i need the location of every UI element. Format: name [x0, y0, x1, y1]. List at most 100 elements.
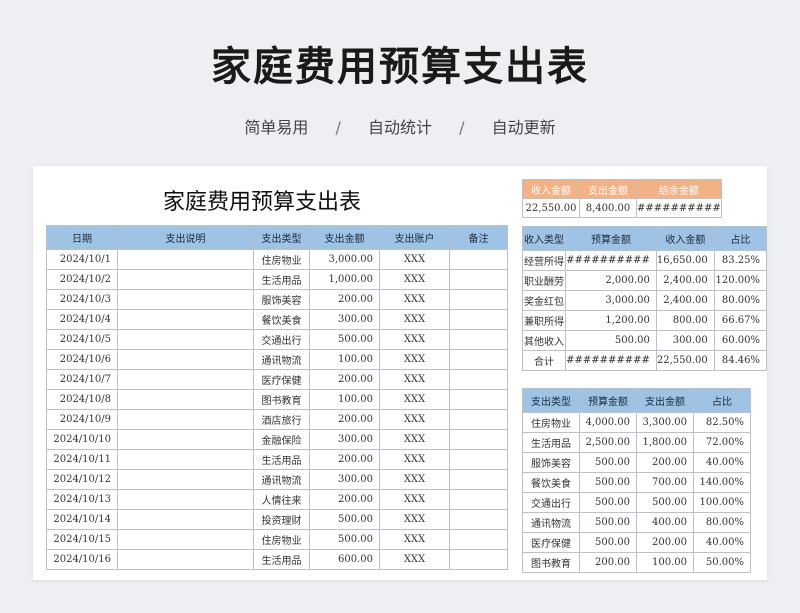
table-cell[interactable]: [449, 309, 508, 330]
table-cell[interactable]: 200.00: [309, 489, 380, 510]
summary-value[interactable]: 8,400.00: [579, 198, 637, 218]
table-cell[interactable]: 200.00: [309, 409, 380, 430]
table-cell[interactable]: 83.25%: [713, 250, 768, 271]
table-cell[interactable]: 72.00%: [693, 432, 751, 453]
table-cell[interactable]: 500.00: [579, 512, 637, 533]
table-cell[interactable]: XXX: [379, 249, 450, 270]
table-cell[interactable]: [449, 549, 508, 570]
table-cell[interactable]: 2024/10/15: [46, 529, 118, 550]
table-cell[interactable]: [449, 409, 508, 430]
table-cell[interactable]: 2024/10/6: [46, 349, 118, 370]
table-cell[interactable]: 2024/10/13: [46, 489, 118, 510]
table-cell[interactable]: 200.00: [309, 289, 380, 310]
table-cell[interactable]: XXX: [379, 489, 450, 510]
table-cell[interactable]: XXX: [379, 409, 450, 430]
table-cell[interactable]: [449, 329, 508, 350]
table-cell[interactable]: 200.00: [309, 369, 380, 390]
table-cell[interactable]: 2024/10/10: [46, 429, 118, 450]
table-cell[interactable]: [449, 449, 508, 470]
table-cell[interactable]: ##########: [565, 250, 657, 271]
table-cell[interactable]: 2024/10/8: [46, 389, 118, 410]
table-cell[interactable]: [449, 369, 508, 390]
table-cell[interactable]: 3,000.00: [565, 290, 657, 311]
table-cell[interactable]: 200.00: [579, 552, 637, 573]
table-cell[interactable]: 1,000.00: [309, 269, 380, 290]
table-cell[interactable]: 2,500.00: [579, 432, 637, 453]
table-cell[interactable]: 120.00%: [713, 270, 768, 291]
table-cell[interactable]: 600.00: [309, 549, 380, 570]
table-cell[interactable]: XXX: [379, 469, 450, 490]
table-cell[interactable]: 100.00: [636, 552, 694, 573]
table-cell[interactable]: [117, 349, 254, 370]
table-cell[interactable]: [449, 529, 508, 550]
table-cell[interactable]: 2024/10/9: [46, 409, 118, 430]
table-cell[interactable]: 500.00: [579, 472, 637, 493]
table-cell[interactable]: XXX: [379, 429, 450, 450]
table-cell[interactable]: 200.00: [636, 452, 694, 473]
table-cell[interactable]: 16,650.00: [655, 250, 715, 271]
table-cell[interactable]: 40.00%: [693, 452, 751, 473]
table-cell[interactable]: 100.00%: [693, 492, 751, 513]
table-cell[interactable]: [449, 249, 508, 270]
table-cell[interactable]: 医疗保健: [253, 369, 310, 390]
table-cell[interactable]: 投资理财: [253, 509, 310, 530]
table-cell[interactable]: 奖金红包: [521, 290, 567, 311]
table-cell[interactable]: 400.00: [636, 512, 694, 533]
table-cell[interactable]: 住房物业: [253, 249, 310, 270]
table-cell[interactable]: 1,200.00: [565, 310, 657, 331]
table-cell[interactable]: 交通出行: [522, 492, 580, 513]
table-cell[interactable]: 1,800.00: [636, 432, 694, 453]
table-cell[interactable]: 酒店旅行: [253, 409, 310, 430]
table-cell[interactable]: [449, 509, 508, 530]
table-cell[interactable]: 700.00: [636, 472, 694, 493]
table-cell[interactable]: 合计: [521, 350, 567, 371]
table-cell[interactable]: 餐饮美食: [522, 472, 580, 493]
table-cell[interactable]: [449, 289, 508, 310]
table-cell[interactable]: 交通出行: [253, 329, 310, 350]
table-cell[interactable]: [449, 469, 508, 490]
table-cell[interactable]: [117, 429, 254, 450]
table-cell[interactable]: 生活用品: [522, 432, 580, 453]
table-cell[interactable]: 金融保险: [253, 429, 310, 450]
table-cell[interactable]: 82.50%: [693, 412, 751, 433]
table-cell[interactable]: XXX: [379, 369, 450, 390]
table-cell[interactable]: 2,000.00: [565, 270, 657, 291]
table-cell[interactable]: 2024/10/2: [46, 269, 118, 290]
table-cell[interactable]: 2024/10/16: [46, 549, 118, 570]
table-cell[interactable]: 生活用品: [253, 549, 310, 570]
table-cell[interactable]: 2024/10/11: [46, 449, 118, 470]
table-cell[interactable]: 生活用品: [253, 269, 310, 290]
table-cell[interactable]: 其他收入: [521, 330, 567, 351]
table-cell[interactable]: 通讯物流: [253, 349, 310, 370]
table-cell[interactable]: 60.00%: [713, 330, 768, 351]
table-cell[interactable]: [117, 449, 254, 470]
table-cell[interactable]: 2024/10/1: [46, 249, 118, 270]
table-cell[interactable]: 住房物业: [522, 412, 580, 433]
table-cell[interactable]: [449, 269, 508, 290]
table-cell[interactable]: [117, 309, 254, 330]
table-cell[interactable]: 2,400.00: [655, 270, 715, 291]
table-cell[interactable]: XXX: [379, 529, 450, 550]
table-cell[interactable]: [449, 489, 508, 510]
table-cell[interactable]: [117, 389, 254, 410]
table-cell[interactable]: [117, 549, 254, 570]
table-cell[interactable]: [449, 429, 508, 450]
table-cell[interactable]: 500.00: [579, 492, 637, 513]
summary-value[interactable]: 22,550.00: [522, 198, 580, 218]
table-cell[interactable]: 餐饮美食: [253, 309, 310, 330]
table-cell[interactable]: 2024/10/4: [46, 309, 118, 330]
table-cell[interactable]: 生活用品: [253, 449, 310, 470]
table-cell[interactable]: 住房物业: [253, 529, 310, 550]
table-cell[interactable]: 80.00%: [713, 290, 768, 311]
table-cell[interactable]: 66.67%: [713, 310, 768, 331]
table-cell[interactable]: 3,000.00: [309, 249, 380, 270]
table-cell[interactable]: 服饰美容: [253, 289, 310, 310]
table-cell[interactable]: 200.00: [636, 532, 694, 553]
table-cell[interactable]: 800.00: [655, 310, 715, 331]
table-cell[interactable]: 经营所得: [521, 250, 567, 271]
table-cell[interactable]: 2024/10/3: [46, 289, 118, 310]
table-cell[interactable]: 2024/10/12: [46, 469, 118, 490]
table-cell[interactable]: 80.00%: [693, 512, 751, 533]
table-cell[interactable]: 50.00%: [693, 552, 751, 573]
table-cell[interactable]: [449, 349, 508, 370]
